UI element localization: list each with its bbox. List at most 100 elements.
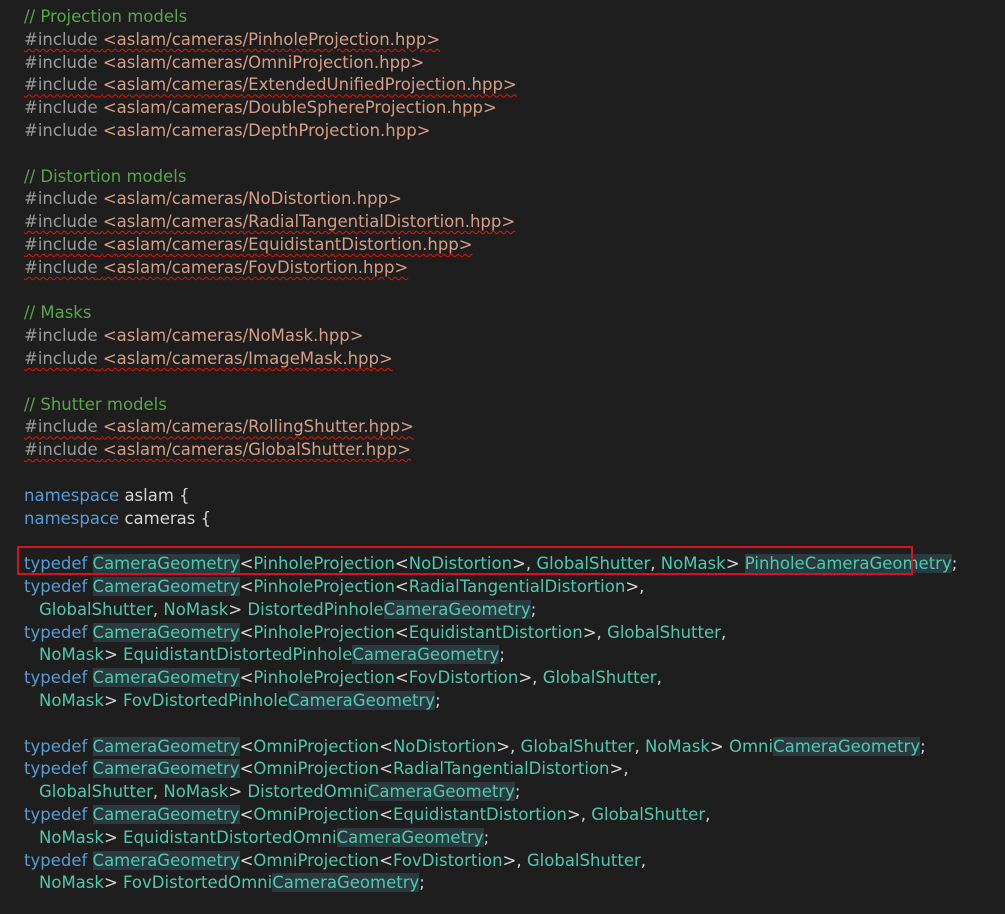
- code-token: <: [394, 622, 409, 642]
- code-token: OmniProjection: [253, 759, 380, 779]
- code-line[interactable]: #include <aslam/cameras/EquidistantDisto…: [24, 233, 473, 256]
- code-line[interactable]: #include <aslam/cameras/FovDistortion.hp…: [24, 256, 408, 279]
- code-token: CameraGeometry: [352, 645, 500, 665]
- code-token: #include: [24, 440, 98, 460]
- code-token: RadialTangentialDistortion: [408, 577, 626, 596]
- code-token: GlobalShutter: [536, 554, 651, 574]
- code-line[interactable]: typedef CameraGeometry<PinholeProjection…: [24, 575, 644, 598]
- code-token: <: [379, 850, 393, 870]
- code-token: typedef: [24, 759, 88, 779]
- code-line[interactable]: NoMask> FovDistortedOmniCameraGeometry;: [24, 871, 425, 894]
- code-line[interactable]: typedef CameraGeometry<PinholeProjection…: [24, 621, 726, 644]
- code-token: #include: [24, 52, 98, 72]
- code-token: <aslam/cameras/DoubleSphereProjection.hp…: [102, 98, 497, 118]
- code-token: namespace: [24, 485, 120, 505]
- code-token: OmniProjection: [253, 850, 380, 870]
- code-line[interactable]: // Distortion models: [24, 165, 186, 188]
- code-token: CameraGeometry: [92, 622, 240, 642]
- code-line[interactable]: #include <aslam/cameras/NoMask.hpp>: [24, 324, 364, 347]
- code-line[interactable]: #include <aslam/cameras/RollingShutter.h…: [24, 415, 414, 438]
- code-token: NoMask: [39, 873, 104, 893]
- code-line[interactable]: #include <aslam/cameras/OmniProjection.h…: [24, 51, 424, 74]
- code-line[interactable]: #include <aslam/cameras/DoubleSphereProj…: [24, 96, 497, 119]
- code-token: ;: [499, 645, 505, 665]
- code-line[interactable]: #include <aslam/cameras/GlobalShutter.hp…: [24, 438, 411, 461]
- code-line[interactable]: #include <aslam/cameras/DepthProjection.…: [24, 119, 431, 142]
- code-token: PinholeProjection: [253, 622, 395, 642]
- code-token: <: [379, 759, 393, 779]
- code-token: CameraGeometry: [773, 736, 921, 756]
- code-token: <: [379, 805, 393, 824]
- code-token: <aslam/cameras/ExtendedUnifiedProjection…: [102, 75, 517, 95]
- code-token: <: [239, 668, 254, 688]
- code-token: <: [394, 668, 409, 688]
- code-line[interactable]: GlobalShutter, NoMask> DistortedOmniCame…: [24, 780, 520, 803]
- code-line[interactable]: // Projection models: [24, 5, 187, 28]
- code-line[interactable]: typedef CameraGeometry<OmniProjection<Ra…: [24, 757, 629, 780]
- code-token: <aslam/cameras/FovDistortion.hpp>: [102, 257, 409, 277]
- code-line[interactable]: // Masks: [24, 301, 91, 324]
- code-token: #include: [24, 98, 98, 118]
- code-token: CameraGeometry: [288, 691, 436, 710]
- code-token: <: [239, 759, 254, 779]
- code-line[interactable]: #include <aslam/cameras/RadialTangential…: [24, 210, 515, 233]
- code-token: Omni: [728, 736, 774, 756]
- code-line[interactable]: #include <aslam/cameras/ImageMask.hpp>: [24, 347, 393, 370]
- code-token: <aslam/cameras/PinholeProjection.hpp>: [102, 29, 441, 49]
- code-token: #include: [24, 121, 98, 140]
- code-token: #include: [24, 349, 98, 368]
- code-token: // Distortion models: [24, 166, 187, 186]
- code-token: >,: [609, 759, 629, 779]
- code-line[interactable]: NoMask> EquidistantDistortedOmniCameraGe…: [24, 826, 489, 849]
- code-token: typedef: [24, 577, 88, 596]
- code-line[interactable]: #include <aslam/cameras/NoDistortion.hpp…: [24, 187, 402, 210]
- code-token: <aslam/cameras/GlobalShutter.hpp>: [102, 440, 412, 460]
- code-token: // Projection models: [24, 7, 188, 26]
- code-line[interactable]: namespace aslam {: [24, 484, 190, 507]
- code-token: >: [709, 736, 729, 756]
- code-token: #include: [24, 189, 98, 209]
- code-token: namespace: [24, 508, 120, 528]
- code-line[interactable]: #include <aslam/cameras/ExtendedUnifiedP…: [24, 73, 517, 96]
- code-line[interactable]: GlobalShutter, NoMask> DistortedPinholeC…: [24, 598, 536, 621]
- code-token: >,: [625, 577, 645, 596]
- code-line[interactable]: typedef CameraGeometry<PinholeProjection…: [24, 666, 662, 689]
- code-line[interactable]: typedef CameraGeometry<OmniProjection<Eq…: [24, 803, 710, 826]
- code-token: GlobalShutter: [39, 599, 153, 619]
- code-line[interactable]: typedef CameraGeometry<PinholeProjection…: [24, 552, 957, 575]
- code-token: >,: [566, 805, 592, 824]
- code-token: NoMask: [163, 782, 229, 802]
- code-token: CameraGeometry: [92, 668, 240, 688]
- code-token: CameraGeometry: [336, 827, 484, 847]
- code-token: ;: [530, 599, 537, 619]
- code-token: // Masks: [24, 303, 92, 323]
- code-line[interactable]: NoMask> FovDistortedPinholeCameraGeometr…: [24, 689, 441, 712]
- code-token: DistortedPinhole: [247, 599, 384, 619]
- code-token: PinholeCameraGeometry: [744, 554, 952, 574]
- code-token: PinholeProjection: [253, 668, 395, 688]
- code-line[interactable]: // Shutter models: [24, 393, 167, 416]
- code-token: <aslam/cameras/NoDistortion.hpp>: [102, 189, 402, 209]
- code-line[interactable]: #include <aslam/cameras/PinholeProjectio…: [24, 28, 440, 51]
- code-editor[interactable]: // Projection models #include <aslam/came…: [0, 0, 1005, 914]
- code-token: CameraGeometry: [92, 850, 240, 870]
- code-token: <: [239, 622, 254, 642]
- code-token: ,: [650, 554, 661, 574]
- code-token: <: [239, 554, 254, 574]
- code-line[interactable]: typedef CameraGeometry<OmniProjection<No…: [24, 735, 926, 758]
- code-token: <aslam/cameras/NoMask.hpp>: [102, 326, 364, 346]
- code-token: #include: [24, 417, 98, 437]
- code-token: <aslam/cameras/RadialTangentialDistortio…: [102, 212, 516, 232]
- code-token: #include: [24, 235, 98, 254]
- code-line[interactable]: typedef CameraGeometry<OmniProjection<Fo…: [24, 849, 646, 872]
- code-token: ,: [656, 668, 662, 688]
- code-token: <: [239, 805, 254, 824]
- code-token: OmniProjection: [253, 805, 380, 824]
- code-token: <: [239, 736, 254, 756]
- code-line[interactable]: NoMask> EquidistantDistortedPinholeCamer…: [24, 643, 505, 666]
- code-token: ;: [951, 554, 958, 574]
- code-line[interactable]: namespace cameras {: [24, 507, 211, 530]
